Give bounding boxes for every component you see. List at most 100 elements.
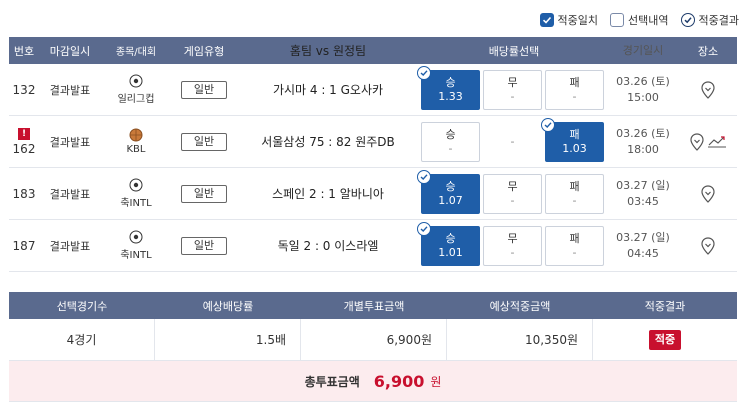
header-type: 게임유형 <box>183 44 225 58</box>
location-pin-icon[interactable] <box>700 236 716 255</box>
soccer-ball-icon <box>129 230 143 244</box>
game-type-box: 일반 <box>181 132 227 151</box>
checkbox-checked-icon[interactable] <box>539 13 554 27</box>
header-place: 장소 <box>697 44 719 58</box>
match-date: 03.27 (일) <box>616 178 670 192</box>
odds-draw-button[interactable]: 무 - <box>483 69 542 110</box>
selected-check-icon <box>417 169 431 184</box>
total-label: 총투표금액 <box>304 374 360 389</box>
row-deadline: 결과발표 <box>49 135 91 149</box>
odds-lose-button[interactable]: 패 - <box>545 69 604 110</box>
odds-lose-button[interactable]: 패 - <box>545 225 604 266</box>
trend-chart-icon[interactable] <box>707 135 727 149</box>
table-row: 187 결과발표 축INTL 일반 독일 2 : 0 이스라엘 승 1.01 무… <box>9 220 737 272</box>
summary-expected: 10,350원 <box>447 318 593 361</box>
row-number: 183 <box>12 186 36 201</box>
summary-header-bet: 개별투표금액 <box>343 299 405 313</box>
location-pin-icon[interactable] <box>700 80 716 99</box>
table-row: ! 162 결과발표 KBL 일반 서울삼성 75 : 82 원주DB 승 - … <box>9 116 737 168</box>
filter-selection[interactable]: 선택내역 <box>610 12 669 28</box>
odds-value: - <box>510 134 515 148</box>
row-deadline: 결과발표 <box>49 187 91 201</box>
basketball-icon <box>129 128 143 142</box>
odds-label: 승 <box>445 179 456 193</box>
match-time: 04:45 <box>627 246 659 260</box>
result-badge: 적중 <box>648 330 682 350</box>
odds-win-button[interactable]: 승 1.07 <box>417 169 480 214</box>
summary-header-games: 선택경기수 <box>56 299 108 313</box>
league-name: 일리그컵 <box>117 94 155 105</box>
match-score: 독일 2 : 0 이스라엘 <box>277 239 379 253</box>
odds-value: - <box>510 193 515 207</box>
odds-value: - <box>572 245 577 259</box>
row-deadline: 결과발표 <box>49 83 91 97</box>
match-date: 03.26 (토) <box>616 74 670 88</box>
odds-label: 무 <box>507 179 518 193</box>
filter-bar: 적중일치 선택내역 적중결과 <box>539 12 739 28</box>
odds-value: - <box>572 193 577 207</box>
table-header: 번호 마감일시 종목/대회 게임유형 홈팀 vs 원정팀 배당률선택 경기일시 … <box>9 37 737 64</box>
header-league: 종목/대회 <box>115 47 157 58</box>
location-pin-icon[interactable] <box>689 132 705 151</box>
odds-draw-button[interactable]: 무 - <box>483 225 542 266</box>
odds-win-button[interactable]: 승 - <box>421 121 480 162</box>
row-league: KBL <box>101 128 171 155</box>
filter-label: 선택내역 <box>628 14 669 27</box>
filter-result[interactable]: 적중결과 <box>680 12 739 28</box>
location-pin-icon[interactable] <box>700 184 716 203</box>
odds-value: 1.33 <box>438 89 463 103</box>
odds-lose-button[interactable]: 패 1.03 <box>541 117 604 162</box>
match-time: 03:45 <box>627 194 659 208</box>
odds-label: 패 <box>569 127 580 141</box>
total-bet-row: 총투표금액 6,900 원 <box>9 361 737 402</box>
odds-lose-button[interactable]: 패 - <box>545 173 604 214</box>
odds-group: 승 - - 패 1.03 <box>419 117 607 162</box>
summary-bet: 6,900원 <box>301 318 447 361</box>
odds-draw-placeholder: - <box>483 122 542 162</box>
odds-label: 무 <box>507 75 518 89</box>
odds-value: - <box>510 89 515 103</box>
odds-win-button[interactable]: 승 1.01 <box>417 221 480 266</box>
match-date: 03.26 (토) <box>616 126 670 140</box>
summary-header-odds: 예상배당률 <box>202 299 254 313</box>
summary-header: 선택경기수 예상배당률 개별투표금액 예상적중금액 적중결과 <box>9 292 737 319</box>
row-league: 축INTL <box>101 178 171 209</box>
circle-check-icon[interactable] <box>680 13 695 27</box>
row-deadline: 결과발표 <box>49 239 91 253</box>
summary-result-cell: 적중 <box>593 319 737 361</box>
odds-group: 승 1.33 무 - 패 - <box>417 65 607 110</box>
match-time: 15:00 <box>627 90 659 104</box>
selected-check-icon <box>541 117 555 132</box>
odds-win-button[interactable]: 승 1.33 <box>417 65 480 110</box>
summary-games: 4경기 <box>9 318 155 361</box>
odds-draw-button[interactable]: 무 - <box>483 173 542 214</box>
filter-match[interactable]: 적중일치 <box>539 12 599 28</box>
filter-label: 적중일치 <box>557 14 599 27</box>
checkbox-unchecked-icon[interactable] <box>610 13 625 27</box>
total-unit: 원 <box>430 374 442 389</box>
odds-value: 1.03 <box>562 141 587 155</box>
match-datetime: 03.26 (토) 18:00 <box>607 126 679 158</box>
bet-summary: 선택경기수 예상배당률 개별투표금액 예상적중금액 적중결과 4경기 1.5배 … <box>9 292 737 402</box>
match-time: 18:00 <box>627 142 659 156</box>
summary-row: 4경기 1.5배 6,900원 10,350원 적중 <box>9 318 737 361</box>
league-name: 축INTL <box>120 198 152 209</box>
total-amount: 6,900 <box>373 371 425 391</box>
odds-label: 패 <box>569 231 580 245</box>
header-number: 번호 <box>13 44 35 58</box>
odds-label: 승 <box>445 231 456 245</box>
alert-icon: ! <box>18 127 30 140</box>
row-number: 162 <box>12 141 36 156</box>
selected-check-icon <box>417 221 431 236</box>
summary-odds: 1.5배 <box>155 318 301 361</box>
header-match: 홈팀 vs 원정팀 <box>289 44 367 58</box>
row-number-cell: ! 162 <box>9 127 39 156</box>
match-score: 스페인 2 : 1 알바니아 <box>272 187 384 201</box>
match-datetime: 03.27 (일) 04:45 <box>607 230 679 262</box>
league-name: 축INTL <box>120 250 152 261</box>
bet-table: 번호 마감일시 종목/대회 게임유형 홈팀 vs 원정팀 배당률선택 경기일시 … <box>9 37 737 272</box>
match-datetime: 03.26 (토) 15:00 <box>607 74 679 106</box>
table-row: 132 결과발표 일리그컵 일반 가시마 4 : 1 G오사카 승 1.33 무… <box>9 64 737 116</box>
odds-label: 패 <box>569 75 580 89</box>
match-date: 03.27 (일) <box>616 230 670 244</box>
